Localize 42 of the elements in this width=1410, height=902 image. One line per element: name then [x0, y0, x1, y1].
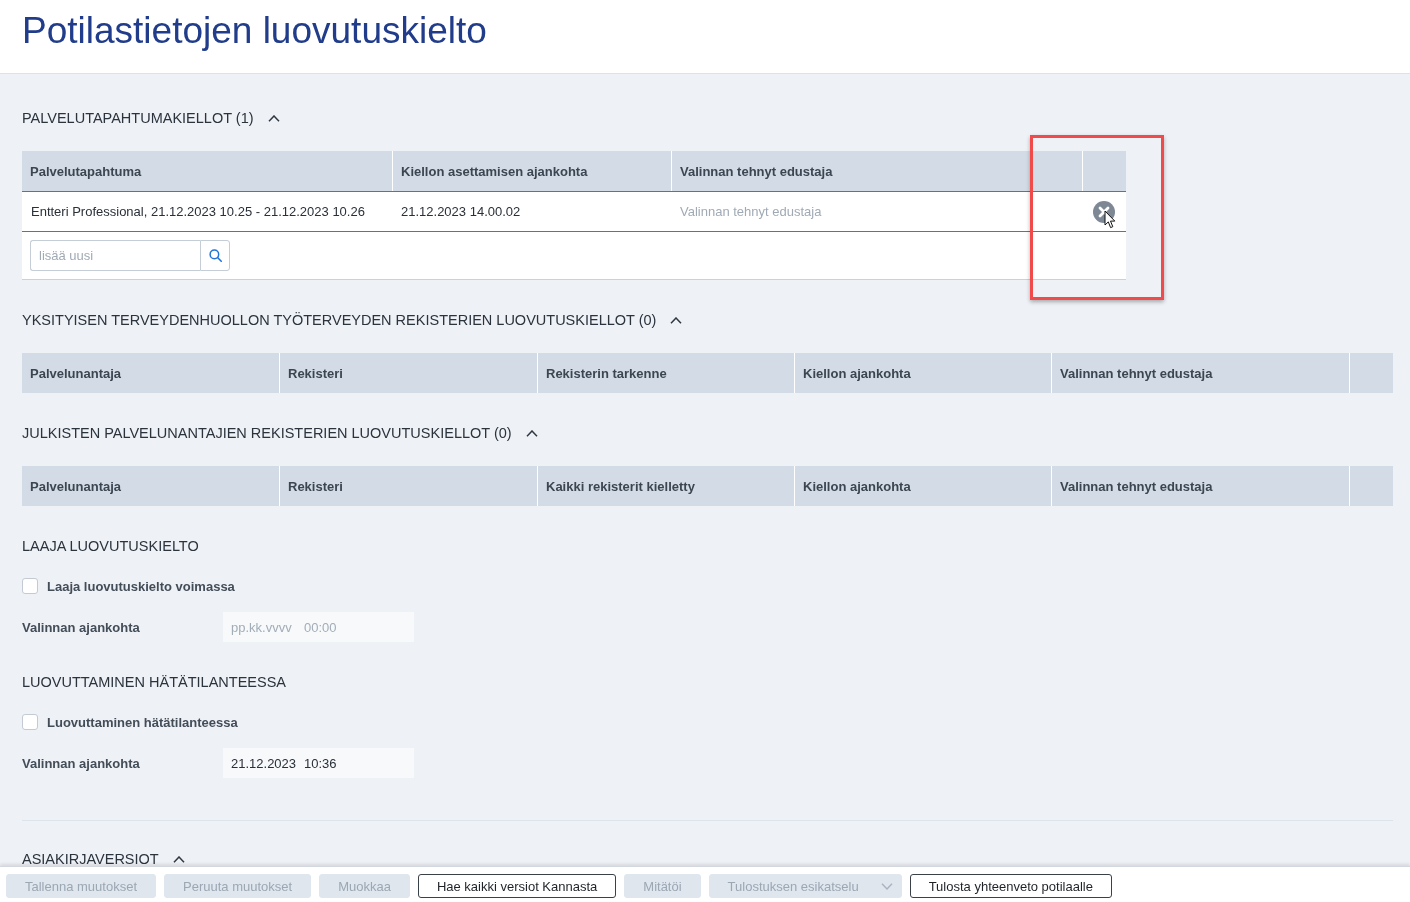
chevron-up-icon[interactable] [525, 429, 538, 437]
time-field[interactable]: 00:00 [297, 612, 414, 642]
column-header: Palvelutapahtuma [29, 162, 143, 181]
chevron-up-icon[interactable] [172, 855, 185, 863]
field-label: Valinnan ajankohta [22, 619, 141, 635]
column-header: Rekisteri [279, 353, 537, 393]
service-event-cell-text: Entteri Professional, 21.12.2023 10.25 - 21.12.2023 10.26 [30, 203, 366, 221]
chevron-up-icon[interactable] [670, 316, 683, 324]
checkbox[interactable] [22, 714, 38, 730]
column-header: Valinnan tehnyt edustaja [1051, 466, 1349, 506]
date-field[interactable]: pp.kk.vvvv [223, 612, 297, 642]
checkbox-label: Luovuttaminen hätätilanteessa [47, 714, 238, 730]
time-field[interactable]: 10:36 [297, 748, 414, 778]
ban-time-cell-text: 21.12.2023 14.00.02 [400, 203, 522, 221]
representative-field[interactable]: Valinnan tehnyt edustaja [680, 204, 1073, 219]
search-icon [208, 249, 222, 262]
checkbox-label: Laaja luovutuskielto voimassa [47, 578, 235, 594]
caret-down-icon [880, 882, 893, 890]
column-header: Kiellon ajankohta [794, 353, 1051, 393]
column-header: Palvelunantaja [29, 364, 123, 383]
column-header: Rekisteri [279, 466, 537, 506]
checkbox[interactable] [22, 578, 38, 594]
section-heading: ASIAKIRJAVERSIOT [22, 850, 159, 866]
action-button[interactable]: Tulosta yhteenveto potilaalle [909, 874, 1112, 898]
column-header: Palvelunantaja [29, 477, 123, 496]
date-field[interactable]: 21.12.2023 [223, 748, 297, 778]
section-heading: YKSITYISEN TERVEYDENHUOLLON TYÖTERVEYDEN REKISTERIEN LUOVUTUSKIELLOT (0) [22, 311, 657, 330]
section-heading: JULKISTEN PALVELUNANTAJIEN REKISTERIEN LUOVUTUSKIELLOT (0) [22, 424, 512, 443]
field-label: Valinnan ajankohta [22, 755, 141, 771]
column-header: Kiellon ajankohta [794, 466, 1051, 506]
section-heading: LAAJA LUOVUTUSKIELTO [22, 537, 199, 556]
column-header: Rekisterin tarkenne [537, 353, 794, 393]
section-heading: PALVELUTAPAHTUMAKIELLOT (1) [22, 109, 254, 128]
action-button[interactable]: Hae kaikki versiot Kannasta [417, 874, 617, 898]
column-header: Valinnan tehnyt edustaja [1051, 353, 1349, 393]
search-button[interactable] [200, 240, 230, 271]
add-new-field[interactable]: lisää uusi [30, 240, 200, 271]
chevron-up-icon[interactable] [267, 114, 280, 122]
column-header: Kaikki rekisterit kielletty [537, 466, 794, 506]
section-heading: LUOVUTTAMINEN HÄTÄTILANTEESSA [22, 673, 286, 692]
page-title: Potilastietojen luovutuskielto [21, 9, 488, 53]
mouse-pointer-icon [1104, 210, 1116, 229]
